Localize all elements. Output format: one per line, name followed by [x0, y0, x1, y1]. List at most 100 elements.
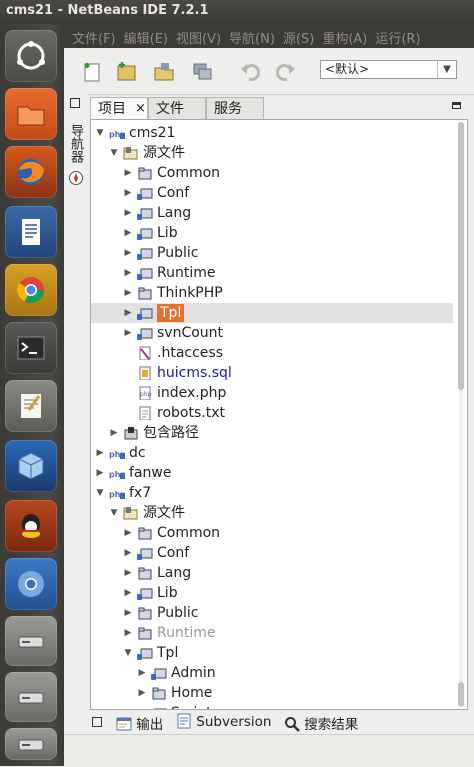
close-tab-icon[interactable]: × — [135, 98, 146, 120]
tab-files[interactable]: 文件 — [148, 97, 206, 119]
tree-node[interactable]: ▶ Home — [91, 683, 453, 703]
chevron-down-icon[interactable]: ▼ — [123, 643, 133, 663]
tree-node[interactable]: ▶ Script — [91, 703, 453, 709]
chevron-right-icon[interactable]: ▶ — [123, 543, 133, 563]
menu-item[interactable]: 视图(V) — [176, 28, 221, 47]
chevron-right-icon[interactable]: ▶ — [123, 243, 133, 263]
launcher-item[interactable] — [5, 728, 57, 760]
tree-node[interactable]: .htaccess — [91, 343, 453, 363]
tree-node[interactable]: ▶ Public — [91, 243, 453, 263]
new-file-button[interactable] — [80, 59, 104, 83]
tree-node[interactable]: ▼ Tpl — [91, 643, 453, 663]
menu-item[interactable]: 运行(R) — [375, 28, 420, 47]
new-project-button[interactable] — [114, 59, 138, 83]
restore-window-icon[interactable] — [70, 98, 80, 108]
php-project-icon: php — [109, 490, 125, 499]
tree-node[interactable]: ▶ php fanwe — [91, 463, 453, 483]
vertical-scrollbar[interactable] — [456, 122, 466, 707]
tree-node[interactable]: ▶ Conf — [91, 543, 453, 563]
chevron-right-icon[interactable]: ▶ — [123, 563, 133, 583]
chevron-down-icon[interactable]: ▼ — [437, 61, 456, 78]
menu-item[interactable]: 编辑(E) — [124, 28, 168, 47]
tree-node[interactable]: huicms.sql — [91, 363, 453, 383]
tree-node[interactable]: ▶ Conf — [91, 183, 453, 203]
launcher-item[interactable] — [5, 206, 57, 258]
chevron-right-icon[interactable]: ▶ — [123, 603, 133, 623]
tree-node[interactable]: ▶ ThinkPHP — [91, 283, 453, 303]
chromium-icon — [18, 571, 44, 597]
search-results-tab[interactable]: 搜索结果 — [284, 713, 358, 733]
navigator-tab[interactable]: 导航器 — [68, 124, 84, 167]
launcher-item[interactable] — [5, 616, 57, 666]
launcher-item[interactable] — [5, 440, 57, 492]
chevron-right-icon[interactable]: ▶ — [123, 263, 133, 283]
tree-node[interactable]: ▶ Common — [91, 163, 453, 183]
chevron-right-icon[interactable]: ▶ — [123, 323, 133, 343]
sql-file-icon — [139, 366, 151, 380]
tree-node[interactable]: ▶ Lang — [91, 203, 453, 223]
output-tab[interactable]: 输出 — [116, 713, 163, 733]
tree-node[interactable]: ▶ Runtime — [91, 623, 453, 643]
tab-projects[interactable]: 项目 × — [90, 97, 148, 119]
minimize-icon[interactable] — [452, 102, 461, 109]
chevron-right-icon[interactable]: ▶ — [123, 183, 133, 203]
chevron-right-icon[interactable]: ▶ — [137, 703, 147, 709]
chevron-right-icon[interactable]: ▶ — [123, 283, 133, 303]
redo-button[interactable] — [274, 59, 298, 83]
chevron-right-icon[interactable]: ▶ — [123, 583, 133, 603]
restore-window-icon[interactable] — [92, 717, 102, 727]
tree-node[interactable]: ▼ 源文件 — [91, 503, 453, 523]
tree-node[interactable]: ▶ Lib — [91, 223, 453, 243]
chevron-right-icon[interactable]: ▶ — [123, 203, 133, 223]
chevron-down-icon[interactable]: ▼ — [109, 143, 119, 163]
menu-item[interactable]: 文件(F) — [72, 28, 116, 47]
open-project-button[interactable] — [152, 59, 176, 83]
tree-node[interactable]: ▶ 包含路径 — [91, 423, 453, 443]
configuration-select[interactable]: <默认> ▼ — [320, 60, 457, 79]
launcher-item[interactable] — [5, 264, 57, 316]
chevron-right-icon[interactable]: ▶ — [123, 623, 133, 643]
tree-node[interactable]: ▶ svnCount — [91, 323, 453, 343]
tab-services[interactable]: 服务 — [206, 97, 264, 119]
tree-node[interactable]: ▼ 源文件 — [91, 143, 453, 163]
tree-node[interactable]: ▶ Lang — [91, 563, 453, 583]
chevron-right-icon[interactable]: ▶ — [123, 223, 133, 243]
tree-node[interactable]: robots.txt — [91, 403, 453, 423]
launcher-item[interactable] — [5, 500, 57, 552]
launcher-item[interactable] — [5, 322, 57, 374]
menu-item[interactable]: 重构(A) — [322, 28, 367, 47]
chevron-right-icon[interactable]: ▶ — [123, 163, 133, 183]
tree-node[interactable]: ▶ Public — [91, 603, 453, 623]
chevron-right-icon[interactable]: ▶ — [137, 663, 147, 683]
chevron-right-icon[interactable]: ▶ — [137, 683, 147, 703]
chevron-right-icon[interactable]: ▶ — [123, 523, 133, 543]
tree-node[interactable]: ▶ Admin — [91, 663, 453, 683]
chevron-right-icon[interactable]: ▶ — [95, 443, 105, 463]
chevron-right-icon[interactable]: ▶ — [123, 303, 133, 323]
tree-node[interactable]: ▶ Runtime — [91, 263, 453, 283]
tree-node[interactable]: ▶ Common — [91, 523, 453, 543]
launcher-item[interactable] — [5, 30, 57, 82]
launcher-item[interactable] — [5, 146, 57, 198]
launcher-item[interactable] — [5, 558, 57, 610]
chevron-down-icon[interactable]: ▼ — [95, 123, 105, 143]
chevron-down-icon[interactable]: ▼ — [95, 483, 105, 503]
tree-node[interactable]: ▶ Lib — [91, 583, 453, 603]
chevron-right-icon[interactable]: ▶ — [109, 423, 119, 443]
subversion-tab[interactable]: Subversion — [176, 713, 271, 730]
chevron-right-icon[interactable]: ▶ — [95, 463, 105, 483]
menu-item[interactable]: 源(S) — [283, 28, 314, 47]
tree-node[interactable]: ▶ php dc — [91, 443, 453, 463]
tree-node[interactable]: ▶ Tpl — [91, 303, 453, 323]
vcs-folder-icon — [137, 548, 153, 560]
launcher-item[interactable] — [5, 88, 57, 140]
tree-node[interactable]: ▼ php fx7 — [91, 483, 453, 503]
undo-button[interactable] — [238, 59, 262, 83]
launcher-item[interactable] — [5, 672, 57, 722]
tree-node[interactable]: ▼ php cms21 — [91, 123, 453, 143]
close-project-button[interactable] — [190, 59, 214, 83]
tree-node[interactable]: php index.php — [91, 383, 453, 403]
launcher-item[interactable] — [5, 380, 57, 432]
menu-item[interactable]: 导航(N) — [229, 28, 275, 47]
chevron-down-icon[interactable]: ▼ — [109, 503, 119, 523]
